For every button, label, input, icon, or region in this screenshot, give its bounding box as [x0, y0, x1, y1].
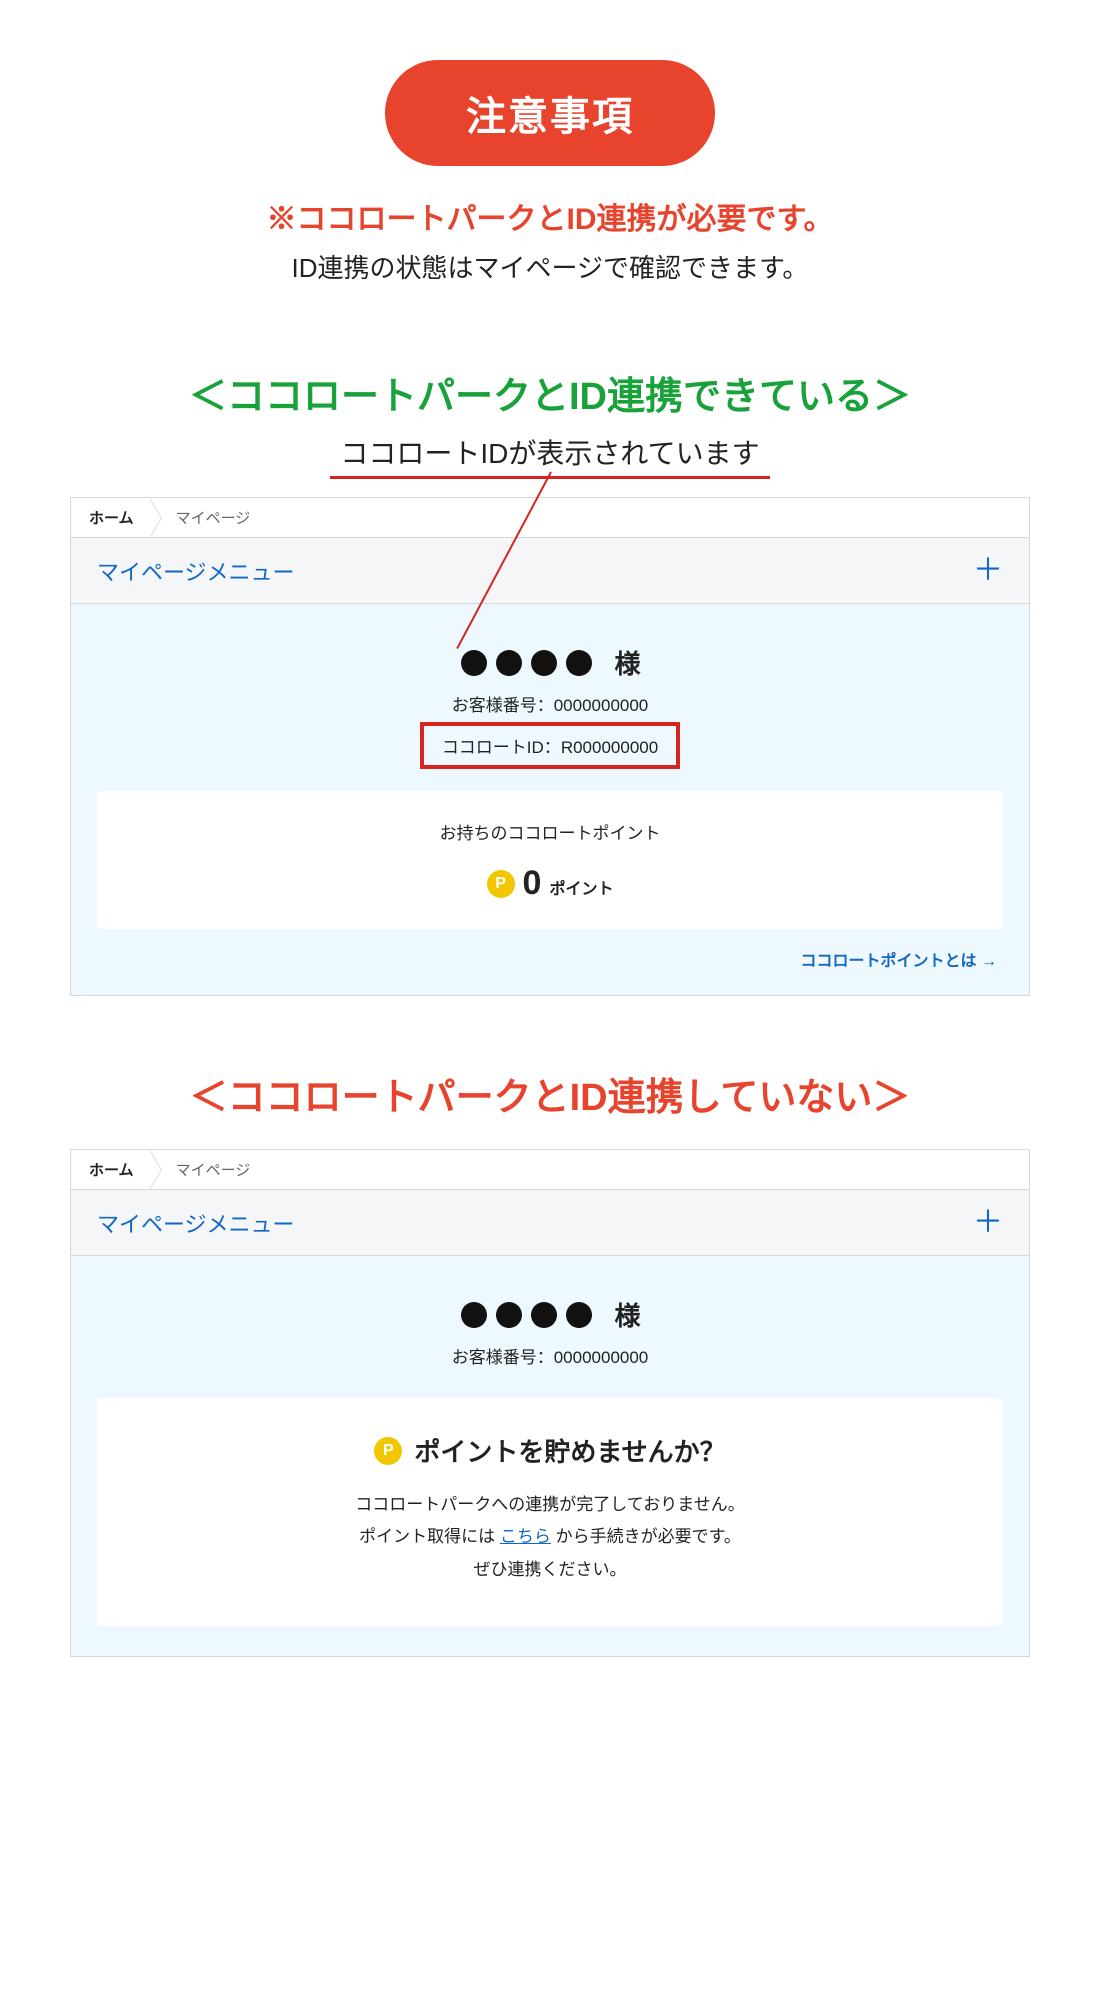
cocorohto-id-box: ココロートID：R000000000 — [97, 722, 1003, 769]
mypage-menu-label: マイページメニュー — [97, 555, 295, 587]
points-value: 0 — [523, 864, 542, 903]
name-mask-dot — [461, 1302, 487, 1328]
link-prompt-title: ポイントを貯めませんか？ — [414, 1432, 725, 1469]
points-unit: ポイント — [549, 875, 613, 899]
points-icon: P — [487, 870, 515, 898]
name-mask-dot — [531, 650, 557, 676]
customer-number: お客様番号：0000000000 — [97, 691, 1003, 716]
breadcrumb: ホーム マイページ — [71, 498, 1029, 538]
notice-red-text: ※ココロートパークとID連携が必要です。 — [0, 194, 1100, 238]
link-prompt-line3: ぜひ連携ください。 — [117, 1554, 983, 1586]
name-mask-dot — [496, 1302, 522, 1328]
points-info-link[interactable]: ココロートポイントとは → — [801, 953, 997, 970]
mypage-panel-linked: ホーム マイページ マイページメニュー ＋ 様 お客様番号：0000000000… — [70, 497, 1030, 996]
name-mask-dot — [531, 1302, 557, 1328]
customer-name-row: 様 — [97, 1296, 1003, 1333]
notice-black-text: ID連携の状態はマイページで確認できます。 — [0, 248, 1100, 285]
expand-icon: ＋ — [973, 1208, 1003, 1238]
notice-badge: 注意事項 — [385, 60, 715, 166]
mypage-panel-not-linked: ホーム マイページ マイページメニュー ＋ 様 お客様番号：0000000000… — [70, 1149, 1030, 1657]
name-suffix: 様 — [614, 1301, 640, 1331]
customer-number: お客様番号：0000000000 — [97, 1343, 1003, 1368]
points-card-title: お持ちのココロートポイント — [117, 819, 983, 844]
mypage-menu-row[interactable]: マイページメニュー ＋ — [71, 538, 1029, 604]
link-prompt-line1: ココロートパークへの連携が完了しておりません。 — [117, 1489, 983, 1521]
link-prompt-line2: ポイント取得には こちら から手続きが必要です。 — [117, 1521, 983, 1553]
section-title-not-linked: ＜ココロートパークとID連携していない＞ — [0, 1066, 1100, 1121]
name-mask-dot — [566, 650, 592, 676]
name-mask-dot — [566, 1302, 592, 1328]
breadcrumb-home[interactable]: ホーム — [75, 1150, 152, 1189]
name-mask-dot — [461, 650, 487, 676]
breadcrumb-home[interactable]: ホーム — [75, 498, 152, 537]
customer-name-row: 様 — [97, 644, 1003, 681]
section-title-linked: ＜ココロートパークとID連携できている＞ — [0, 365, 1100, 420]
name-suffix: 様 — [614, 649, 640, 679]
breadcrumb-current: マイページ — [152, 1159, 251, 1180]
expand-icon: ＋ — [973, 556, 1003, 586]
mypage-menu-row[interactable]: マイページメニュー ＋ — [71, 1190, 1029, 1256]
link-here-link[interactable]: こちら — [500, 1527, 551, 1546]
points-card: お持ちのココロートポイント P 0 ポイント — [97, 791, 1003, 929]
mypage-menu-label: マイページメニュー — [97, 1207, 295, 1239]
breadcrumb: ホーム マイページ — [71, 1150, 1029, 1190]
points-icon: P — [374, 1437, 402, 1465]
breadcrumb-current: マイページ — [152, 507, 251, 528]
link-prompt-card: P ポイントを貯めませんか？ ココロートパークへの連携が完了しておりません。 ポ… — [97, 1398, 1003, 1626]
name-mask-dot — [496, 650, 522, 676]
